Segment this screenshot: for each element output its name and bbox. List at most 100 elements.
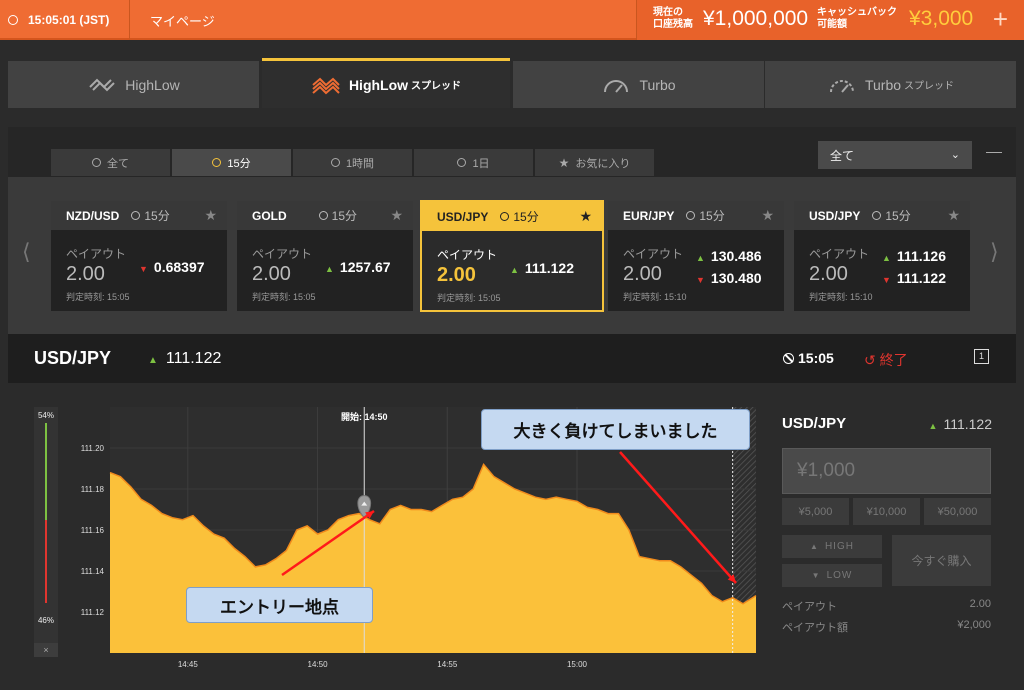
- cashback-label-1: キャッシュバック: [817, 7, 897, 18]
- rate: ▲ 1257.67: [325, 259, 391, 275]
- star-icon[interactable]: ★: [947, 207, 960, 224]
- clock-icon: [872, 211, 882, 220]
- status-ended: ↺ 終了: [864, 350, 908, 370]
- judge-time: 判定時刻: 15:10: [623, 292, 687, 302]
- tab-highlow-label: HighLow: [125, 76, 180, 93]
- callout-loss: 大きく負けてしまいました: [481, 409, 750, 450]
- judge-time: 判定時刻: 15:05: [66, 292, 130, 302]
- amount-input[interactable]: ¥1,000: [782, 448, 991, 494]
- payout-label: ペイアウト: [809, 247, 870, 261]
- minimize-icon[interactable]: [986, 152, 1002, 153]
- card-duration-text: 15分: [144, 209, 170, 223]
- star-icon[interactable]: ★: [761, 207, 774, 224]
- buy-now-button[interactable]: 今すぐ購入: [892, 535, 991, 586]
- tab-highlow-spread-suffix: スプレッド: [411, 81, 462, 92]
- chevron-left-icon[interactable]: ⟨: [22, 239, 31, 265]
- filter-tab-favorites[interactable]: ★ お気に入り: [535, 149, 654, 176]
- closed-icon: [783, 353, 794, 364]
- payout-value: 2.00: [252, 263, 291, 285]
- asset-card[interactable]: EUR/JPY 15分 ★ ペイアウト 2.00 ▲ 130.486 ▼ 130.480…: [608, 201, 784, 311]
- quick-amount-50000[interactable]: ¥50,000: [924, 498, 991, 525]
- trade-price-value: 111.122: [943, 416, 992, 432]
- rate-value: 130.486: [710, 248, 762, 264]
- filter-tab-favorites-label: お気に入り: [575, 157, 631, 170]
- popout-icon[interactable]: 1: [974, 349, 989, 364]
- asset-card-selected[interactable]: USD/JPY 15分 ★ ペイアウト 2.00 ▲ 111.122 判定時刻: 15…: [420, 200, 604, 312]
- tab-highlow[interactable]: HighLow: [8, 61, 259, 108]
- filter-tab-1day-label: 1日: [472, 157, 490, 170]
- tab-turbo-spread-suffix: スプレッド: [904, 81, 955, 92]
- star-icon[interactable]: ★: [579, 208, 592, 225]
- highlow-icon: [89, 78, 115, 91]
- trade-price: ▲ 111.122: [929, 416, 992, 432]
- clock-icon: [457, 158, 467, 167]
- card-asset: GOLD: [252, 208, 287, 223]
- rate-high: ▲ 111.126: [882, 248, 946, 264]
- filter-tab-1hour[interactable]: 1時間: [293, 149, 412, 176]
- trade-form: USD/JPY ▲ 111.122 ¥1,000 ¥5,000 ¥10,000 ¥…: [782, 383, 992, 690]
- x-tick-label: 14:55: [437, 660, 458, 669]
- star-icon[interactable]: ★: [204, 207, 217, 224]
- y-tick-label: 111.12: [81, 608, 105, 617]
- card-header: EUR/JPY 15分 ★: [608, 201, 784, 230]
- rate: ▲ 111.122: [510, 260, 574, 276]
- card-duration-text: 15分: [885, 209, 911, 223]
- card-asset: USD/JPY: [809, 208, 861, 223]
- mypage-link[interactable]: マイページ: [150, 0, 215, 40]
- payout-amount-value: ¥2,000: [957, 619, 991, 631]
- deposit-plus-button[interactable]: +: [993, 6, 1008, 32]
- star-icon[interactable]: ★: [390, 207, 403, 224]
- low-button[interactable]: ▼ LOW: [782, 564, 882, 587]
- clock-icon: [212, 158, 222, 167]
- sentiment-high-bar: [45, 423, 47, 521]
- expiry-time-value: 15:05: [798, 350, 834, 366]
- quick-amount-10000[interactable]: ¥10,000: [853, 498, 920, 525]
- filter-tab-all[interactable]: 全て: [51, 149, 170, 176]
- balance-label: 現在の 口座残高: [653, 7, 693, 31]
- status-ended-label: 終了: [879, 352, 908, 368]
- arrow-up-icon: ▲: [882, 253, 891, 263]
- chart-area: 54% 46% × 111.20 111.18 111.16 111.14 111.12…: [8, 383, 1016, 690]
- x-tick-label: 14:45: [178, 660, 199, 669]
- rate: ▼ 0.68397: [139, 259, 205, 275]
- card-duration: 15分: [872, 207, 911, 224]
- payout-label: ペイアウト: [66, 247, 127, 261]
- balance-label-2: 口座残高: [653, 19, 693, 30]
- filter-tab-15min[interactable]: 15分: [172, 149, 291, 176]
- close-icon[interactable]: ×: [34, 643, 58, 657]
- quick-amount-5000[interactable]: ¥5,000: [782, 498, 849, 525]
- asset-card[interactable]: USD/JPY 15分 ★ ペイアウト 2.00 ▲ 111.126 ▼ 111.122…: [794, 201, 970, 311]
- judge-time: 判定時刻: 15:10: [809, 292, 873, 302]
- clock-icon: [8, 15, 18, 25]
- rate-value: 0.68397: [153, 259, 205, 275]
- sentiment-high: 54%: [37, 411, 54, 420]
- tab-turbo[interactable]: Turbo: [513, 61, 764, 108]
- payout-value: 2.00: [809, 263, 848, 285]
- chevron-right-icon[interactable]: ⟩: [990, 239, 999, 265]
- card-asset: NZD/USD: [66, 208, 120, 223]
- asset-card[interactable]: GOLD 15分 ★ ペイアウト 2.00 ▲ 1257.67 判定時刻: 15:05: [237, 201, 413, 311]
- y-tick-label: 111.16: [81, 526, 105, 535]
- sentiment-low-bar: [45, 520, 47, 603]
- asset-filter-dropdown[interactable]: 全て ⌄: [818, 141, 972, 169]
- tab-turbo-spread[interactable]: Turbo スプレッド: [765, 61, 1016, 108]
- rate-value: 111.126: [896, 248, 946, 264]
- tab-highlow-spread[interactable]: HighLow スプレッド: [262, 58, 510, 108]
- product-tabs: HighLow HighLow スプレッド Turbo Turbo スプレッド: [8, 58, 1016, 108]
- balance-area: 現在の 口座残高 ¥1,000,000 キャッシュバック 可能額 ¥3,000 +: [636, 0, 1024, 40]
- arrow-down-icon: ▼: [882, 275, 891, 285]
- high-button-label: HIGH: [824, 541, 854, 552]
- server-time: 15:05:01 (JST): [0, 0, 130, 40]
- expiry-time: 15:05: [783, 350, 834, 366]
- filter-tab-1day[interactable]: 1日: [414, 149, 533, 176]
- gauge-icon: [604, 79, 629, 93]
- rate-low: ▼ 130.480: [696, 270, 762, 286]
- card-duration-text: 15分: [699, 209, 725, 223]
- high-button[interactable]: ▲ HIGH: [782, 535, 882, 558]
- payout-row: ペイアウト 2.00: [782, 598, 991, 614]
- dropdown-value: 全て: [830, 148, 855, 163]
- card-header: USD/JPY 15分 ★: [422, 202, 602, 231]
- payout-label: ペイアウト: [252, 247, 313, 261]
- asset-card[interactable]: NZD/USD 15分 ★ ペイアウト 2.00 ▼ 0.68397 判定時刻: 15…: [51, 201, 227, 311]
- arrow-up-icon: ▲: [510, 265, 519, 275]
